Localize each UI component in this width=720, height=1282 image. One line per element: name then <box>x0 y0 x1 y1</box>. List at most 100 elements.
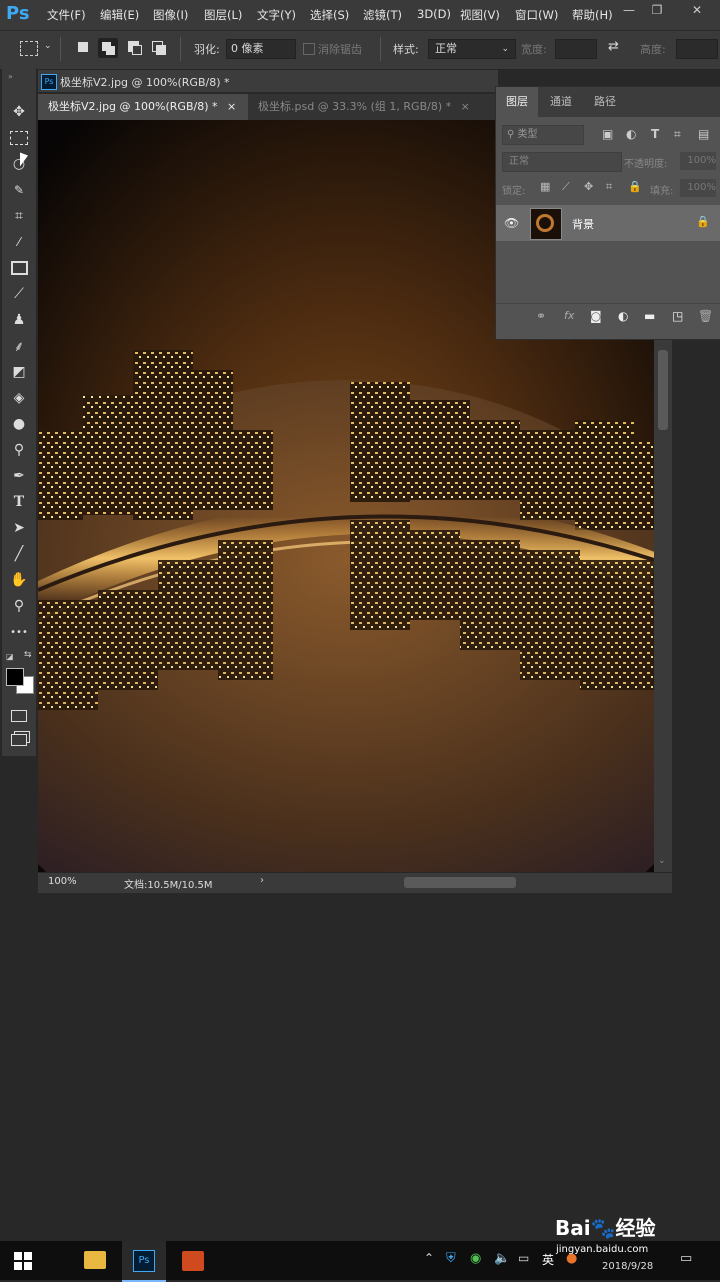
chevron-down-icon[interactable]: ⌄ <box>44 41 52 51</box>
eye-icon[interactable]: 👁 <box>504 216 519 230</box>
zoom-level[interactable]: 100% <box>48 876 77 887</box>
swap-icon[interactable]: ⇄ <box>608 39 619 54</box>
brush-tool-icon[interactable]: ⟋ <box>2 282 36 306</box>
close-button[interactable]: ✕ <box>684 0 710 22</box>
zoom-tool-icon[interactable]: ⚲ <box>2 594 36 618</box>
layer-row-background[interactable]: 👁 背景 🔒 <box>496 205 720 241</box>
move-tool-icon[interactable]: ✥ <box>2 100 36 124</box>
adjustment-icon[interactable]: ◐ <box>618 309 628 323</box>
blur-tool-icon[interactable]: ● <box>2 412 36 436</box>
ime-indicator[interactable]: 英 <box>542 1251 554 1268</box>
fill-input[interactable]: 100% <box>680 179 716 197</box>
tab-channels[interactable]: 通道 <box>540 87 582 117</box>
link-icon[interactable]: ⚭ <box>536 309 546 323</box>
floating-window-titlebar[interactable]: Ps 极坐标V2.jpg @ 100%(RGB/8) * <box>38 70 498 92</box>
line-tool-icon[interactable]: ╱ <box>2 542 36 566</box>
shield-icon[interactable]: ⛨ <box>446 1251 456 1266</box>
type-tool-icon[interactable]: T <box>2 490 36 514</box>
hand-tool-icon[interactable]: ✋ <box>2 568 36 592</box>
menu-type[interactable]: 文字(Y) <box>257 7 296 23</box>
scroll-down-icon[interactable]: ⌄ <box>658 856 666 866</box>
swap-colors-icon[interactable]: ⇆ <box>24 650 32 660</box>
frame-tool-icon[interactable] <box>2 256 36 280</box>
app-icon[interactable] <box>182 1251 204 1271</box>
foreground-color-swatch[interactable] <box>6 668 24 686</box>
menu-view[interactable]: 视图(V) <box>460 7 500 23</box>
volume-icon[interactable]: 🔈 <box>494 1251 510 1266</box>
screen-mode-icon[interactable] <box>2 728 36 752</box>
menu-filter[interactable]: 滤镜(T) <box>363 7 402 23</box>
opacity-input[interactable]: 100% <box>680 152 716 170</box>
menu-select[interactable]: 选择(S) <box>310 7 349 23</box>
lock-artboard-icon[interactable]: ⌗ <box>606 180 612 194</box>
tab-layers[interactable]: 图层 <box>496 87 538 117</box>
photoshop-taskbar-button[interactable]: Ps <box>122 1241 166 1282</box>
lasso-tool-icon[interactable]: ○ <box>2 152 36 176</box>
menu-window[interactable]: 窗口(W) <box>515 7 558 23</box>
eyedropper-tool-icon[interactable]: ⁄ <box>2 230 36 254</box>
shape-filter-icon[interactable]: ⌗ <box>674 127 681 142</box>
adjustment-filter-icon[interactable]: ◐ <box>626 127 636 141</box>
antialias-checkbox[interactable] <box>303 43 315 55</box>
eraser-tool-icon[interactable]: ◩ <box>2 360 36 384</box>
smart-object-filter-icon[interactable]: ▤ <box>698 127 709 141</box>
restore-button[interactable]: ❐ <box>644 0 670 22</box>
tab-close-icon[interactable]: × <box>461 100 470 113</box>
stamp-tool-icon[interactable]: ♟ <box>2 308 36 332</box>
menu-3d[interactable]: 3D(D) <box>417 7 451 21</box>
mask-icon[interactable]: ◙ <box>590 309 602 323</box>
network-icon[interactable]: ▭ <box>518 1251 529 1265</box>
path-select-tool-icon[interactable]: ➤ <box>2 516 36 540</box>
menu-file[interactable]: 文件(F) <box>47 7 86 23</box>
marquee-preset-icon[interactable] <box>20 41 38 56</box>
add-selection-icon[interactable] <box>98 38 118 58</box>
tab-active-document[interactable]: 极坐标V2.jpg @ 100%(RGB/8) * × <box>38 94 248 120</box>
style-select[interactable]: 正常 ⌄ <box>428 39 516 59</box>
lock-pixels-icon[interactable]: ⟋ <box>562 180 570 194</box>
menu-image[interactable]: 图像(I) <box>153 7 188 23</box>
more-tools-icon[interactable]: ••• <box>2 620 36 644</box>
status-menu-arrow[interactable]: › <box>260 875 264 886</box>
subtract-selection-icon[interactable] <box>128 41 142 55</box>
horizontal-scroll-thumb[interactable] <box>404 877 516 888</box>
new-selection-icon[interactable] <box>78 42 88 52</box>
quick-select-tool-icon[interactable]: ✎ <box>2 178 36 202</box>
menu-edit[interactable]: 编辑(E) <box>100 7 139 23</box>
history-brush-tool-icon[interactable]: ⸙ <box>2 334 36 358</box>
layer-filter-select[interactable]: ⚲ 类型 <box>502 125 584 145</box>
file-explorer-icon[interactable] <box>84 1251 106 1269</box>
tab-paths[interactable]: 路径 <box>584 87 626 117</box>
feather-input[interactable]: 0 像素 <box>226 39 296 59</box>
new-layer-icon[interactable]: ◳ <box>672 309 683 323</box>
intersect-selection-icon[interactable] <box>152 41 166 55</box>
scroll-thumb[interactable] <box>658 350 668 430</box>
layer-name[interactable]: 背景 <box>572 216 594 232</box>
crop-tool-icon[interactable]: ⌗ <box>2 204 36 228</box>
bucket-tool-icon[interactable]: ◈ <box>2 386 36 410</box>
minimize-button[interactable]: — <box>616 0 642 22</box>
folder-icon[interactable]: ▬ <box>644 309 655 323</box>
trash-icon[interactable]: 🗑 <box>698 309 713 323</box>
lock-position-icon[interactable]: ✥ <box>584 180 593 193</box>
fx-icon[interactable]: fx <box>564 309 574 322</box>
type-filter-icon[interactable]: T <box>651 127 659 141</box>
height-input[interactable] <box>676 39 718 59</box>
browser-icon[interactable]: ◉ <box>470 1251 481 1266</box>
pixel-filter-icon[interactable]: ▣ <box>602 127 613 141</box>
menu-layer[interactable]: 图层(L) <box>204 7 242 23</box>
clock-date[interactable]: 2018/9/28 <box>602 1261 653 1272</box>
tab-close-icon[interactable]: × <box>227 100 236 113</box>
marquee-tool-icon[interactable] <box>2 126 36 150</box>
lock-transparent-icon[interactable]: ▦ <box>540 180 550 193</box>
tab-inactive-document[interactable]: 极坐标.psd @ 33.3% (组 1, RGB/8) * × <box>248 94 508 120</box>
lock-all-icon[interactable]: 🔒 <box>628 180 642 193</box>
dodge-tool-icon[interactable]: ⚲ <box>2 438 36 462</box>
pen-tool-icon[interactable]: ✒ <box>2 464 36 488</box>
notification-icon[interactable]: ▭ <box>680 1251 692 1266</box>
width-input[interactable] <box>555 39 597 59</box>
collapse-icon[interactable]: » <box>8 72 13 81</box>
blend-mode-select[interactable]: 正常 <box>502 152 622 172</box>
windows-start-icon[interactable] <box>14 1252 32 1270</box>
default-colors-icon[interactable]: ◪ <box>6 652 14 661</box>
quick-mask-icon[interactable] <box>2 704 36 728</box>
